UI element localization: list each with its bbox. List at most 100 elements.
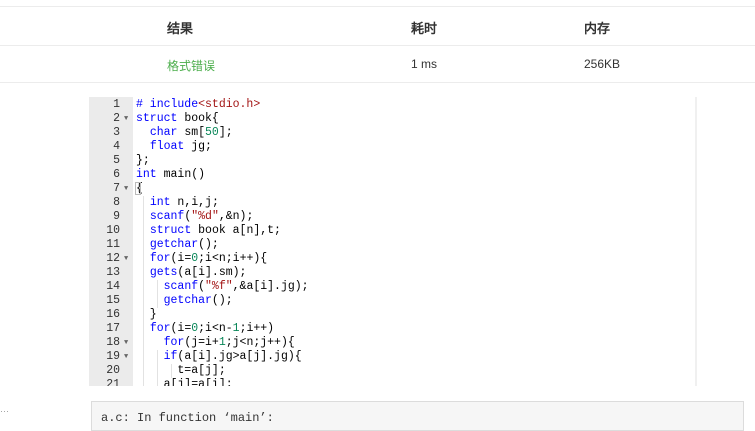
line-number: 2 [113, 112, 120, 125]
fold-arrow-icon[interactable]: ▼ [124, 112, 132, 126]
line-number: 20 [106, 364, 120, 377]
time-value: 1 ms [411, 57, 438, 71]
code-line[interactable]: 5}; [89, 154, 695, 168]
indent-guide [157, 350, 158, 364]
code-line[interactable]: 10 struct book a[n],t; [89, 224, 695, 238]
code-token: ,&a[i].jg); [232, 280, 309, 293]
line-number: 11 [106, 238, 120, 251]
fold-arrow-icon[interactable]: ▼ [124, 350, 132, 364]
code-text: a[j]=a[i]; [136, 378, 233, 386]
memory-value: 256KB [584, 57, 621, 71]
code-token: (i= [170, 252, 192, 265]
header-time: 耗时 [411, 21, 438, 36]
line-number: 12 [106, 252, 120, 265]
header-memory: 内存 [584, 21, 611, 36]
code-token: book a[n],t; [191, 224, 281, 237]
code-line[interactable]: 16 } [89, 308, 695, 322]
line-number: 3 [113, 126, 120, 139]
indent-guide [143, 322, 144, 336]
code-editor[interactable]: 1 # include<stdio.h> 2 ▼ struct book{3 char … [89, 97, 697, 386]
compile-output: a.c: In function ‘main’: [91, 401, 744, 431]
code-token: ;i++) [239, 322, 275, 335]
code-text: t=a[j]; [136, 364, 226, 378]
indent-guide [143, 378, 144, 386]
indent-guide [143, 224, 144, 238]
code-line[interactable]: 14 scanf("%f",&a[i].jg); [89, 280, 695, 294]
code-token: jg; [184, 140, 212, 153]
code-token: float [149, 140, 185, 153]
code-token: int [136, 168, 157, 181]
line-number: 8 [113, 196, 120, 209]
line-number: 7 [113, 182, 120, 195]
result-status: 格式错误 [167, 59, 216, 73]
code-line[interactable]: 12 ▼ for(i=0;i<n;i++){ [89, 252, 695, 266]
code-text: int main() [136, 168, 205, 182]
code-text: struct book a[n],t; [136, 224, 281, 238]
fold-arrow-icon[interactable]: ▼ [124, 182, 132, 196]
indent-guide [143, 238, 144, 252]
code-line[interactable]: 8 int n,i,j; [89, 196, 695, 210]
line-number: 13 [106, 266, 120, 279]
code-token: ]; [218, 126, 233, 139]
code-line[interactable]: 3 char sm[50]; [89, 126, 695, 140]
indent-guide [157, 364, 158, 378]
code-token: ;i<n- [198, 322, 233, 335]
editor-scrollbar[interactable] [695, 97, 697, 386]
code-token: (a[i].jg>a[j].jg){ [177, 350, 302, 363]
code-line[interactable]: 1 # include<stdio.h> [89, 98, 695, 112]
code-line[interactable]: 20 t=a[j]; [89, 364, 695, 378]
line-number: 16 [106, 308, 120, 321]
code-text: int n,i,j; [136, 196, 219, 210]
code-text: getchar(); [136, 294, 233, 308]
code-token: 50 [205, 126, 219, 139]
indent-guide [143, 252, 144, 266]
line-number: 15 [106, 294, 120, 307]
code-text: float jg; [136, 140, 212, 154]
line-number: 10 [106, 224, 120, 237]
code-token: t=a[j]; [136, 364, 226, 377]
code-text: for(j=i+1;j<n;j++){ [136, 336, 295, 350]
line-number: 9 [113, 210, 120, 223]
code-line[interactable]: 4 float jg; [89, 140, 695, 154]
code-token: ;i<n;i++){ [198, 252, 268, 265]
code-line[interactable]: 7 ▼{ [89, 182, 695, 196]
indent-guide [143, 336, 144, 350]
code-text: struct book{ [136, 112, 219, 126]
code-line[interactable]: 18 ▼ for(j=i+1;j<n;j++){ [89, 336, 695, 350]
code-text: char sm[50]; [136, 126, 233, 140]
bracket-match-highlight [135, 182, 141, 195]
code-line[interactable]: 11 getchar(); [89, 238, 695, 252]
code-line[interactable]: 13 gets(a[i].sm); [89, 266, 695, 280]
code-line[interactable]: 17 for(i=0;i<n-1;i++) [89, 322, 695, 336]
divider [0, 82, 755, 83]
code-token: int [149, 196, 171, 209]
code-line[interactable]: 15 getchar(); [89, 294, 695, 308]
code-token: # include [136, 98, 199, 111]
code-text: scanf("%d",&n); [136, 210, 254, 224]
code-text: for(i=0;i<n-1;i++) [136, 322, 274, 336]
code-token: "%f" [205, 280, 233, 293]
code-line[interactable]: 6 int main() [89, 168, 695, 182]
code-token: <stdio.h> [198, 98, 261, 111]
code-token: ,&n); [218, 210, 254, 223]
fold-arrow-icon[interactable]: ▼ [124, 252, 132, 266]
code-text: gets(a[i].sm); [136, 266, 247, 280]
line-number: 14 [106, 280, 120, 293]
indent-guide [157, 294, 158, 308]
code-line[interactable]: 2 ▼ struct book{ [89, 112, 695, 126]
fold-arrow-icon[interactable]: ▼ [124, 336, 132, 350]
indent-guide [143, 350, 144, 364]
code-line[interactable]: 21 a[j]=a[i]; [89, 378, 695, 386]
indent-guide [143, 364, 144, 378]
code-line[interactable]: 19 ▼ if(a[i].jg>a[j].jg){ [89, 350, 695, 364]
indent-guide [157, 378, 158, 386]
indent-guide [143, 294, 144, 308]
code-text: } [136, 308, 157, 322]
code-line[interactable]: 9 scanf("%d",&n); [89, 210, 695, 224]
code-token: book{ [177, 112, 219, 125]
code-text: for(i=0;i<n;i++){ [136, 252, 267, 266]
indent-guide [143, 210, 144, 224]
line-number: 21 [106, 378, 120, 386]
code-token: gets [149, 266, 178, 279]
